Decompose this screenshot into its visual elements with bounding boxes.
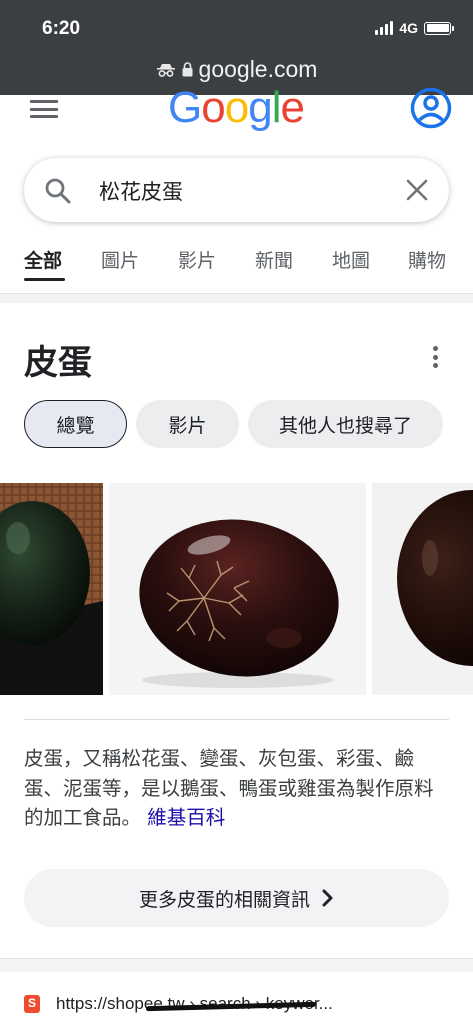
network-type: 4G: [399, 20, 418, 36]
logo-letter: G: [168, 83, 202, 132]
tab-videos[interactable]: 影片: [178, 246, 216, 273]
knowledge-panel-title: 皮蛋: [24, 343, 92, 383]
address-bar[interactable]: google.com: [0, 56, 473, 83]
logo-letter: l: [271, 83, 282, 132]
logo-letter: o: [224, 83, 250, 132]
battery-icon: [424, 21, 454, 35]
account-circle-icon[interactable]: [410, 87, 452, 129]
chip-overview[interactable]: 總覽: [24, 400, 127, 448]
logo-letter: o: [201, 83, 226, 132]
more-info-button[interactable]: 更多皮蛋的相關資訊: [24, 869, 449, 927]
hamburger-menu-icon[interactable]: [30, 98, 58, 120]
url-text[interactable]: google.com: [199, 56, 318, 83]
tab-news[interactable]: 新聞: [255, 246, 293, 273]
search-result[interactable]: https://shopee.tw › search › keywor...: [24, 994, 333, 1014]
section-divider: [0, 293, 473, 303]
egg-image-1[interactable]: [0, 483, 103, 695]
status-time: 6:20: [42, 18, 81, 39]
status-icons: 4G: [375, 20, 454, 36]
logo-letter: e: [280, 83, 304, 132]
chevron-right-icon: [322, 889, 333, 907]
lock-icon: [182, 62, 193, 77]
image-carousel[interactable]: [0, 483, 473, 695]
wikipedia-link[interactable]: 維基百科: [147, 806, 225, 829]
chip-videos[interactable]: 影片: [136, 400, 239, 448]
search-tabs: 全部 圖片 影片 新聞 地圖 購物: [0, 246, 473, 286]
egg-image-3[interactable]: [372, 483, 473, 695]
active-tab-indicator: [24, 278, 65, 281]
result-url[interactable]: https://shopee.tw › search › keywor...: [56, 994, 333, 1014]
search-input[interactable]: 松花皮蛋: [99, 176, 183, 206]
section-divider-2: [0, 958, 473, 972]
tab-shopping[interactable]: 購物: [408, 246, 446, 273]
incognito-icon: [156, 63, 175, 77]
clear-icon[interactable]: [404, 177, 430, 203]
google-logo[interactable]: Google: [168, 80, 304, 136]
logo-letter: g: [248, 83, 273, 132]
more-info-label: 更多皮蛋的相關資訊: [138, 888, 310, 911]
knowledge-panel-description: 皮蛋，又稱松花蛋、變蛋、灰包蛋、彩蛋、鹼蛋、泥蛋等，是以鵝蛋、鴨蛋或雞蛋為製作原…: [24, 744, 449, 833]
more-options-icon[interactable]: [430, 346, 440, 368]
description-text: 皮蛋，又稱松花蛋、變蛋、灰包蛋、彩蛋、鹼蛋、泥蛋等，是以鵝蛋、鴨蛋或雞蛋為製作原…: [24, 747, 434, 829]
egg-image-2[interactable]: [109, 483, 366, 695]
shopee-favicon-icon: [24, 995, 40, 1013]
search-icon[interactable]: [44, 177, 72, 205]
signal-icon: [375, 21, 394, 35]
search-box[interactable]: 松花皮蛋: [24, 158, 449, 222]
divider: [24, 719, 449, 720]
tab-maps[interactable]: 地圖: [332, 246, 370, 273]
tab-images[interactable]: 圖片: [101, 246, 139, 273]
tab-all[interactable]: 全部: [24, 246, 62, 273]
chip-people-also-search[interactable]: 其他人也搜尋了: [248, 400, 443, 448]
